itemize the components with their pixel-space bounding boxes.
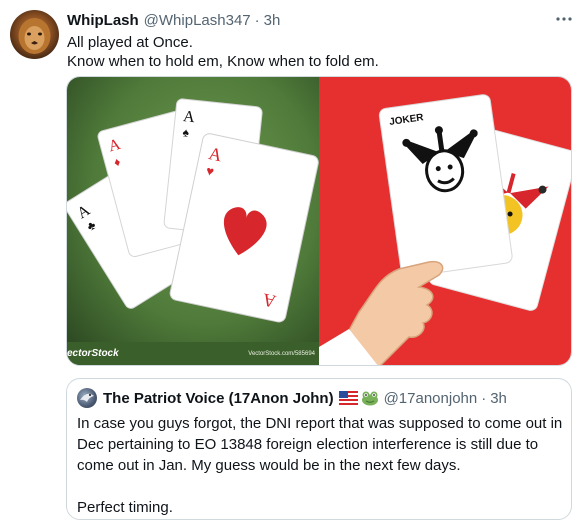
tweet-header: WhipLash @WhipLash347 · 3h <box>67 11 280 29</box>
us-flag-icon <box>338 391 358 405</box>
quoted-tweet-header: The Patriot Voice (17Anon John) @17anonj… <box>77 388 507 408</box>
quoted-author-emoji <box>338 390 379 406</box>
separator-dot: · <box>481 389 487 407</box>
tweet-text-line: Know when to hold em, Know when to fold … <box>67 53 379 70</box>
separator-dot: · <box>254 11 260 29</box>
tweet-text-line: All played at Once. <box>67 34 193 51</box>
lion-avatar-image <box>18 18 51 54</box>
svg-text:A: A <box>182 108 196 126</box>
jokers-hand-illustration: JOKER <box>319 77 571 365</box>
quoted-avatar[interactable] <box>77 388 97 408</box>
quoted-tweet-text: In case you guys forgot, the DNI report … <box>77 415 563 516</box>
more-horizontal-icon <box>556 17 572 21</box>
media-image-aces[interactable]: A ♣ A ♦ A ♠ A ♥ A ectorStock VectorStock… <box>67 77 319 365</box>
tweet[interactable]: WhipLash @WhipLash347 · 3h All played at… <box>0 0 586 528</box>
more-options-button[interactable] <box>552 10 576 28</box>
quoted-tweet-time[interactable]: 3h <box>490 390 507 407</box>
quoted-tweet[interactable]: The Patriot Voice (17Anon John) @17anonj… <box>66 378 572 520</box>
media-image-jokers[interactable]: JOKER <box>319 77 571 365</box>
author-name[interactable]: WhipLash <box>67 12 139 29</box>
quoted-author-name[interactable]: The Patriot Voice (17Anon John) <box>103 390 334 407</box>
tweet-media[interactable]: A ♣ A ♦ A ♠ A ♥ A ectorStock VectorStock… <box>66 76 572 366</box>
watermark-url: VectorStock.com/585694 <box>248 351 315 357</box>
author-handle[interactable]: @WhipLash347 <box>144 12 251 29</box>
tweet-time[interactable]: 3h <box>264 12 281 29</box>
watermark-brand: ectorStock <box>67 348 119 359</box>
tweet-text: All played at Once. Know when to hold em… <box>67 33 379 71</box>
frog-icon <box>361 391 378 406</box>
avatar[interactable] <box>10 10 59 59</box>
quoted-author-handle[interactable]: @17anonjohn <box>384 390 478 407</box>
eagle-avatar-image <box>80 393 94 402</box>
four-aces-illustration: A ♣ A ♦ A ♠ A ♥ A <box>67 77 319 365</box>
